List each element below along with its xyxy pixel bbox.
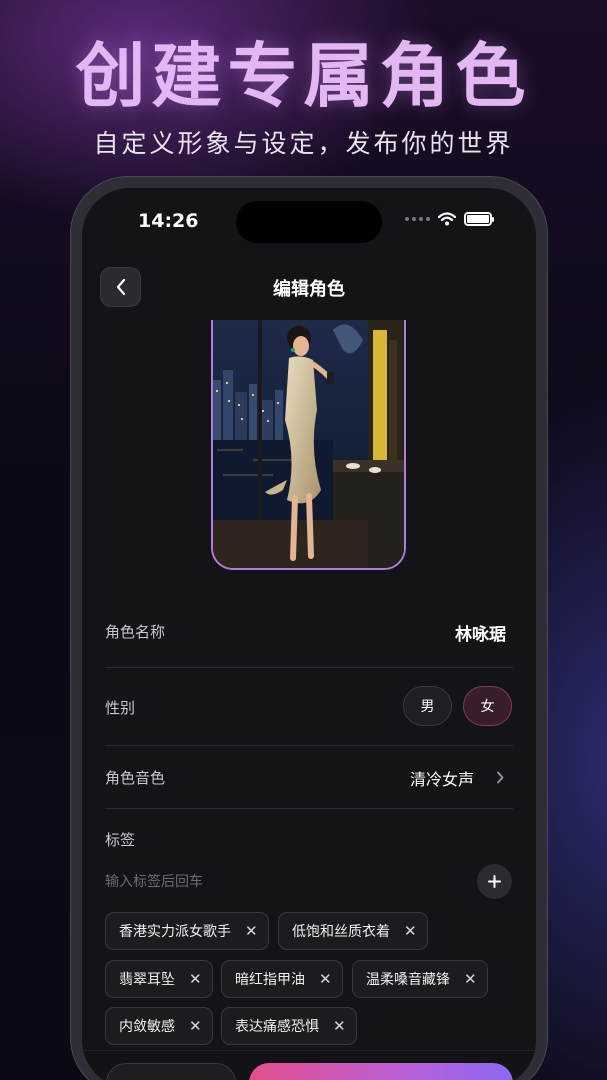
remove-tag-icon[interactable]: ✕ (464, 970, 477, 988)
tag-chip: 香港实力派女歌手 ✕ (105, 912, 269, 950)
dynamic-island (236, 201, 382, 243)
tag-chip: 表达痛感恐惧 ✕ (221, 1007, 357, 1045)
voice-label: 角色音色 (105, 769, 166, 787)
tag-label: 温柔嗓音藏锋 (366, 972, 450, 988)
primary-action-button[interactable] (249, 1063, 513, 1080)
tag-label: 内敛敏感 (119, 1019, 175, 1035)
voice-value[interactable]: 清冷女声 (410, 766, 474, 790)
secondary-action-button[interactable] (106, 1063, 236, 1080)
name-value[interactable]: 林咏琚 (455, 620, 506, 645)
tag-chip: 内敛敏感 ✕ (105, 1007, 213, 1045)
name-label: 角色名称 (105, 623, 166, 641)
tag-chip: 暗红指甲油 ✕ (221, 960, 343, 998)
tag-label: 低饱和丝质衣着 (292, 924, 390, 940)
battery-icon (464, 212, 494, 226)
remove-tag-icon[interactable]: ✕ (189, 970, 202, 988)
cellular-signal-icon (405, 217, 430, 221)
gender-male-button[interactable]: 男 (403, 686, 452, 726)
divider (105, 745, 513, 746)
promo-title: 创建专属角色 (75, 35, 532, 117)
divider (105, 667, 513, 668)
tag-input[interactable]: 输入标签后回车 (105, 871, 203, 891)
tag-chip: 翡翠耳坠 ✕ (105, 960, 213, 998)
gender-label: 性别 (105, 699, 136, 717)
tag-label: 翡翠耳坠 (119, 972, 175, 988)
remove-tag-icon[interactable]: ✕ (319, 970, 332, 988)
promo-subtitle: 自定义形象与设定，发布你的世界 (93, 129, 514, 158)
tag-label: 表达痛感恐惧 (235, 1019, 319, 1035)
plus-icon (488, 875, 501, 888)
remove-tag-icon[interactable]: ✕ (404, 922, 417, 940)
page-title: 编辑角色 (273, 279, 345, 300)
status-time: 14:26 (138, 210, 199, 232)
remove-tag-icon[interactable]: ✕ (333, 1017, 346, 1035)
remove-tag-icon[interactable]: ✕ (189, 1017, 202, 1035)
divider (105, 808, 513, 809)
tag-chip: 低饱和丝质衣着 ✕ (278, 912, 428, 950)
chevron-right-icon[interactable] (496, 771, 504, 784)
tag-label: 香港实力派女歌手 (119, 924, 231, 940)
remove-tag-icon[interactable]: ✕ (245, 922, 258, 940)
tags-label: 标签 (105, 831, 136, 849)
status-indicators (405, 212, 494, 226)
tag-chip: 温柔嗓音藏锋 ✕ (352, 960, 488, 998)
wifi-icon (438, 212, 456, 226)
gender-female-button[interactable]: 女 (463, 686, 512, 726)
phone-screen: 14:26 编辑角色 角色名称 林咏琚 性别 男 女 角色音色 清冷女声 标签 … (82, 188, 536, 1080)
add-tag-button[interactable] (477, 864, 512, 899)
tag-label: 暗红指甲油 (235, 972, 305, 988)
character-avatar-image[interactable] (211, 320, 406, 570)
